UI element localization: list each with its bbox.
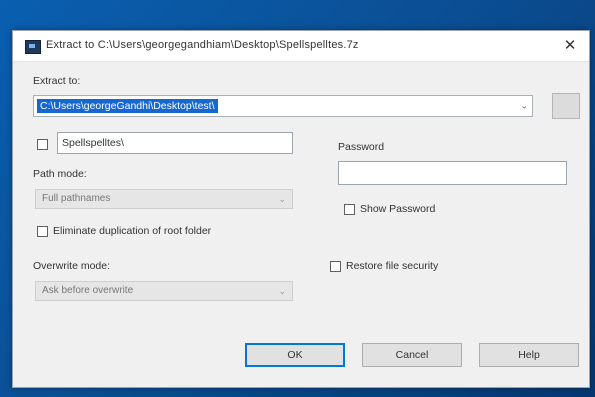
browse-button[interactable] [552,93,580,119]
extract-to-combo[interactable]: C:\Users\georgeGandhi\Desktop\test\ ⌄ [33,95,533,117]
restore-security-label: Restore file security [346,260,439,272]
show-password-checkbox[interactable] [344,204,355,215]
extract-dialog: Extract to C:\Users\georgegandhiam\Deskt… [12,30,590,388]
path-mode-select[interactable]: Full pathnames ⌄ [35,189,293,209]
dialog-titlebar[interactable]: Extract to C:\Users\georgegandhiam\Deskt… [13,31,589,62]
chevron-down-icon: ⌄ [278,194,286,204]
extract-to-label: Extract to: [33,75,81,87]
eliminate-duplication-label: Eliminate duplication of root folder [53,225,212,237]
path-mode-label: Path mode: [33,168,87,180]
ok-button[interactable]: OK [245,343,345,367]
7zip-app-icon [25,40,41,54]
eliminate-duplication-checkbox[interactable] [37,226,48,237]
dialog-title: Extract to C:\Users\georgegandhiam\Deskt… [46,39,359,51]
password-input[interactable] [338,161,567,185]
chevron-down-icon: ⌄ [520,100,528,111]
overwrite-mode-select[interactable]: Ask before overwrite ⌄ [35,281,293,301]
path-mode-value: Full pathnames [42,193,111,204]
password-label: Password [338,141,385,153]
chevron-down-icon: ⌄ [278,286,286,296]
cancel-button[interactable]: Cancel [362,343,462,367]
overwrite-mode-value: Ask before overwrite [42,285,134,296]
close-icon: ✕ [563,37,577,54]
subfolder-checkbox[interactable] [37,139,48,150]
help-button[interactable]: Help [479,343,579,367]
show-password-label: Show Password [360,203,436,215]
close-button[interactable]: ✕ [559,35,581,57]
extract-to-value: C:\Users\georgeGandhi\Desktop\test\ [37,99,218,113]
restore-security-checkbox[interactable] [330,261,341,272]
overwrite-mode-label: Overwrite mode: [33,260,111,272]
subfolder-input[interactable]: Spellspelltes\ [57,132,293,154]
